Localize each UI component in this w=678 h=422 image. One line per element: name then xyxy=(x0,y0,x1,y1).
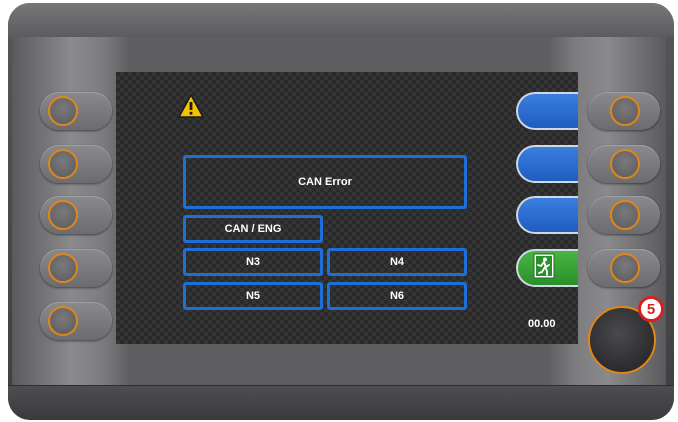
left-button-4-ring xyxy=(48,253,78,283)
node-box-n4[interactable]: N4 xyxy=(327,248,467,276)
node-label: N4 xyxy=(389,256,405,268)
right-button-4-ring xyxy=(610,253,640,283)
error-title: CAN Error xyxy=(298,176,352,188)
emergency-exit-icon xyxy=(533,253,555,279)
softkey-1[interactable] xyxy=(516,92,578,130)
right-button-1-ring xyxy=(610,96,640,126)
left-button-5-ring xyxy=(48,306,78,336)
top-bezel xyxy=(8,3,674,37)
error-title-box: CAN Error xyxy=(183,155,467,209)
node-box-n3[interactable]: N3 xyxy=(183,248,323,276)
source-label: CAN / ENG xyxy=(224,223,282,235)
readout-value: 00.00 xyxy=(528,318,556,330)
node-label: N6 xyxy=(389,290,405,302)
knob-number-badge: 5 xyxy=(638,296,664,322)
left-button-3-ring xyxy=(48,200,78,230)
node-label: N3 xyxy=(245,256,261,268)
right-button-2-ring xyxy=(610,149,640,179)
softkey-2[interactable] xyxy=(516,145,578,183)
softkey-3[interactable] xyxy=(516,196,578,234)
node-box-n6[interactable]: N6 xyxy=(327,282,467,310)
right-button-3-ring xyxy=(610,200,640,230)
node-label: N5 xyxy=(245,290,261,302)
left-button-2-ring xyxy=(48,149,78,179)
warning-triangle-icon xyxy=(178,94,204,118)
left-button-1-ring xyxy=(48,96,78,126)
node-box-n5[interactable]: N5 xyxy=(183,282,323,310)
bottom-bezel xyxy=(8,385,674,420)
source-label-box[interactable]: CAN / ENG xyxy=(183,215,323,243)
